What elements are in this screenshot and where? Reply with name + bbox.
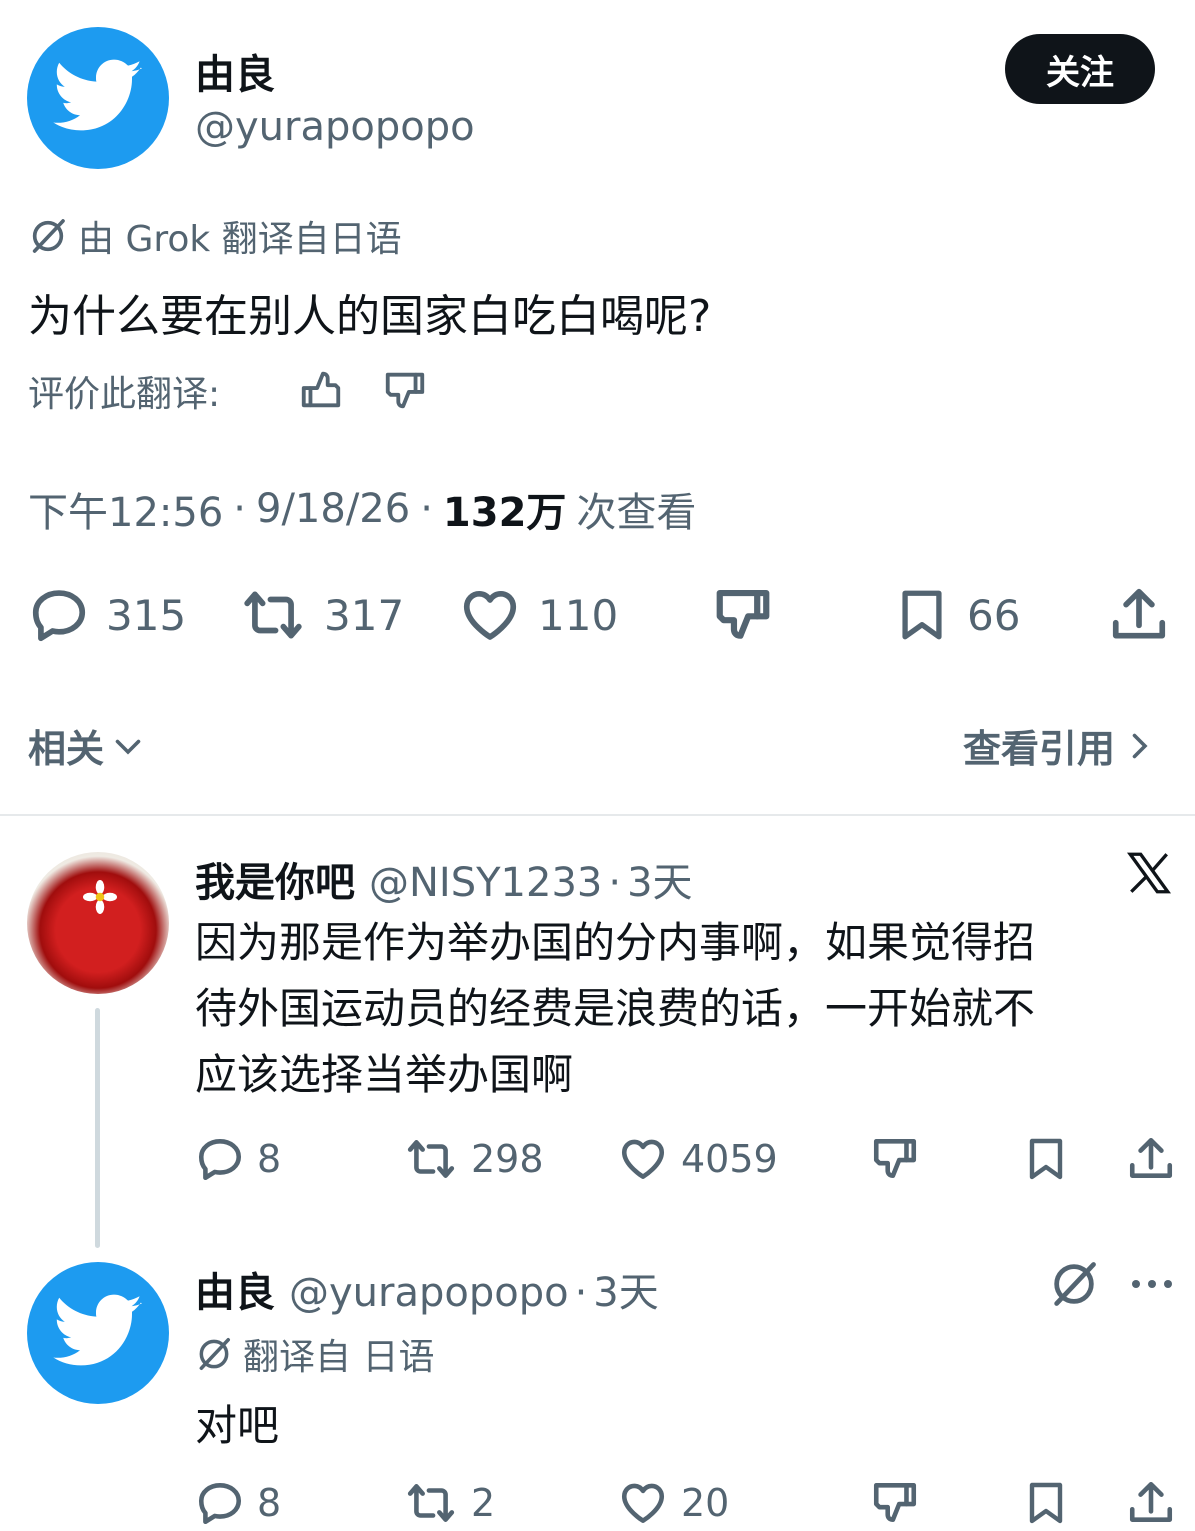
grok-icon bbox=[28, 216, 68, 256]
reply-icon bbox=[28, 584, 90, 646]
follow-button[interactable]: 关注 bbox=[1005, 34, 1155, 104]
share-icon bbox=[1126, 1478, 1176, 1528]
retweet-action[interactable]: 317 bbox=[238, 584, 404, 646]
heart-icon bbox=[458, 584, 522, 646]
like-action[interactable]: 110 bbox=[458, 584, 618, 646]
reply2-time[interactable]: 3天 bbox=[593, 1260, 658, 1318]
retweet-icon bbox=[403, 1478, 459, 1528]
reply1-like-count: 4059 bbox=[681, 1137, 778, 1181]
bookmark-count: 66 bbox=[967, 590, 1021, 640]
grok-icon[interactable] bbox=[1048, 1258, 1100, 1310]
rate-translation-label: 评价此翻译: bbox=[28, 374, 221, 415]
author-name[interactable]: 由良 bbox=[195, 42, 275, 100]
tweet-date[interactable]: 9/18/26 bbox=[256, 486, 410, 532]
tweet-time[interactable]: 下午12:56 bbox=[28, 480, 223, 538]
reply2-avatar[interactable] bbox=[27, 1262, 169, 1404]
reply1-header: 我是你吧 @NISY1233 · 3天 bbox=[195, 850, 693, 908]
divider bbox=[0, 814, 1195, 816]
reply1-avatar[interactable] bbox=[27, 852, 169, 994]
reply1-retweet-count: 298 bbox=[471, 1137, 544, 1181]
chevron-right-icon bbox=[1132, 733, 1148, 758]
view-count: 132万 bbox=[442, 490, 567, 536]
reply2-translation-note-text: 翻译自 日语 bbox=[243, 1337, 435, 1378]
reply2-handle[interactable]: @yurapopopo bbox=[289, 1270, 569, 1316]
share-icon bbox=[1108, 584, 1170, 646]
bookmark-icon bbox=[1022, 1478, 1070, 1528]
meta-separator: · bbox=[574, 1270, 588, 1316]
more-icon[interactable] bbox=[1128, 1266, 1176, 1302]
reply1-name[interactable]: 我是你吧 bbox=[195, 850, 355, 908]
x-logo-icon bbox=[1126, 852, 1172, 894]
view-quotes-label: 查看引用 bbox=[963, 727, 1116, 771]
bookmark-action[interactable]: 66 bbox=[893, 584, 1020, 646]
heart-icon bbox=[617, 1478, 669, 1528]
reply2-reply-action[interactable]: 8 bbox=[195, 1478, 281, 1528]
share-icon bbox=[1126, 1134, 1176, 1184]
reply2-name[interactable]: 由良 bbox=[195, 1260, 275, 1318]
author-avatar[interactable] bbox=[27, 27, 169, 169]
reply1-handle[interactable]: @NISY1233 bbox=[369, 860, 602, 906]
twitter-bird-icon bbox=[50, 1285, 146, 1381]
reply2-header: 由良 @yurapopopo · 3天 bbox=[195, 1260, 659, 1318]
translation-note: 由 Grok 翻译自日语 bbox=[28, 210, 402, 262]
reply2-dislike-action[interactable] bbox=[870, 1478, 920, 1528]
related-toggle[interactable]: 相关 bbox=[28, 718, 146, 773]
reply1-like-action[interactable]: 4059 bbox=[617, 1134, 778, 1184]
retweet-count: 317 bbox=[324, 590, 405, 640]
view-label: 次查看 bbox=[576, 490, 697, 536]
retweet-icon bbox=[403, 1134, 459, 1184]
retweet-icon bbox=[238, 584, 308, 646]
reply2-retweet-count: 2 bbox=[471, 1481, 496, 1525]
twitter-bird-icon bbox=[50, 50, 146, 146]
thumbs-down-icon bbox=[870, 1134, 920, 1184]
reply1-text-line: 待外国运动员的经费是浪费的话，一开始就不 bbox=[195, 984, 1036, 1033]
view-quotes-link[interactable]: 查看引用 bbox=[963, 718, 1157, 773]
reply-count: 315 bbox=[106, 590, 187, 640]
reply1-text-line: 因为那是作为举办国的分内事啊，如果觉得招 bbox=[195, 918, 1036, 967]
reply2-bookmark-action[interactable] bbox=[1022, 1478, 1070, 1528]
reply2-text: 对吧 bbox=[195, 1401, 280, 1450]
reply1-share-action[interactable] bbox=[1126, 1134, 1176, 1184]
reply1-text-line: 应该选择当举办国啊 bbox=[195, 1050, 574, 1099]
bookmark-icon bbox=[893, 584, 951, 646]
dislike-action[interactable] bbox=[712, 584, 774, 646]
reply1-retweet-action[interactable]: 298 bbox=[403, 1134, 544, 1184]
reply1-reply-action[interactable]: 8 bbox=[195, 1134, 281, 1184]
bookmark-icon bbox=[1022, 1134, 1070, 1184]
reply-action[interactable]: 315 bbox=[28, 584, 186, 646]
thumbs-up-icon[interactable] bbox=[298, 366, 344, 412]
reply2-like-action[interactable]: 20 bbox=[617, 1478, 729, 1528]
translation-note-text: 由 Grok 翻译自日语 bbox=[78, 219, 402, 260]
meta-separator: · bbox=[608, 860, 622, 906]
heart-icon bbox=[617, 1134, 669, 1184]
like-count: 110 bbox=[538, 590, 619, 640]
reply1-dislike-action[interactable] bbox=[870, 1134, 920, 1184]
rate-translation-row: 评价此翻译: bbox=[28, 365, 220, 417]
thread-line bbox=[95, 1008, 100, 1248]
reply1-bookmark-action[interactable] bbox=[1022, 1134, 1070, 1184]
tweet-meta: 下午12:56 · 9/18/26 · 132万 次查看 bbox=[28, 480, 696, 538]
reply2-like-count: 20 bbox=[681, 1481, 730, 1525]
flower-icon bbox=[83, 880, 117, 914]
meta-separator: · bbox=[420, 486, 433, 532]
thumbs-down-icon bbox=[712, 584, 774, 646]
share-action[interactable] bbox=[1108, 584, 1170, 646]
chevron-down-icon bbox=[115, 739, 141, 755]
reply1-reply-count: 8 bbox=[257, 1137, 282, 1181]
reply2-retweet-action[interactable]: 2 bbox=[403, 1478, 495, 1528]
author-handle[interactable]: @yurapopopo bbox=[195, 104, 475, 150]
reply2-translation-note: 翻译自 日语 bbox=[195, 1328, 434, 1380]
tweet-text: 为什么要在别人的国家白吃白喝呢? bbox=[28, 291, 712, 342]
reply1-text: 因为那是作为举办国的分内事啊，如果觉得招 待外国运动员的经费是浪费的话，一开始就… bbox=[195, 910, 1035, 1108]
related-label: 相关 bbox=[28, 727, 105, 771]
thumbs-down-icon bbox=[870, 1478, 920, 1528]
thumbs-down-icon[interactable] bbox=[382, 368, 428, 414]
reply1-time[interactable]: 3天 bbox=[627, 850, 692, 908]
meta-separator: · bbox=[233, 486, 246, 532]
reply-icon bbox=[195, 1134, 245, 1184]
reply2-reply-count: 8 bbox=[257, 1481, 282, 1525]
reply2-share-action[interactable] bbox=[1126, 1478, 1176, 1528]
grok-icon bbox=[195, 1335, 233, 1373]
reply-icon bbox=[195, 1478, 245, 1528]
